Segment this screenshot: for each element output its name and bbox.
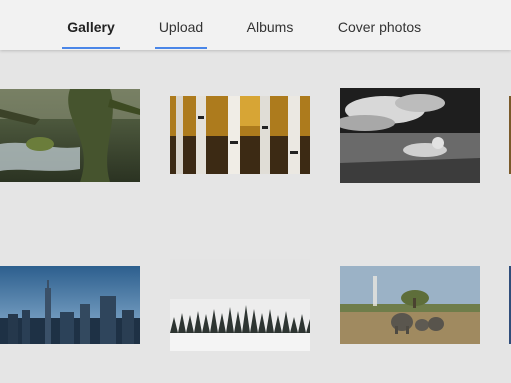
tab-gallery-label: Gallery <box>67 19 115 35</box>
tab-upload-label: Upload <box>158 19 204 35</box>
tab-cover-photos[interactable]: Cover photos <box>332 0 427 50</box>
tab-upload[interactable]: Upload <box>155 0 207 50</box>
photo-city-skyline[interactable] <box>0 266 140 344</box>
photo-mossy-forest[interactable] <box>0 89 140 182</box>
photo-snowy-forest[interactable] <box>170 259 310 351</box>
tab-cover-photos-label: Cover photos <box>337 19 422 35</box>
tab-upload-underline <box>155 47 207 49</box>
tab-albums[interactable]: Albums <box>242 0 298 50</box>
photo-elephants[interactable] <box>340 266 480 344</box>
tab-bar: Gallery Upload Albums Cover photos <box>0 0 511 50</box>
photo-birch-trees[interactable] <box>170 96 310 174</box>
tab-gallery-underline <box>62 47 120 49</box>
photo-lion-bw[interactable] <box>340 88 480 183</box>
tab-albums-label: Albums <box>246 19 294 35</box>
tab-gallery[interactable]: Gallery <box>62 0 120 50</box>
